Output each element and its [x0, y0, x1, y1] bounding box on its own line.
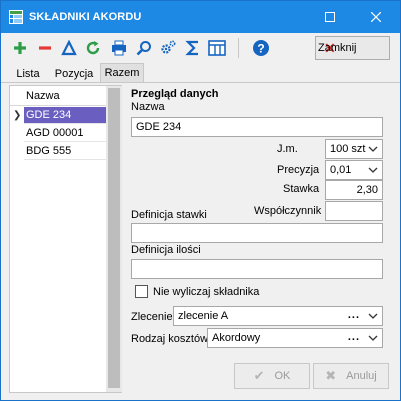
window-title: SKŁADNIKI AKORDU: [29, 11, 142, 23]
tab-label: Pozycja: [54, 68, 94, 80]
zlecenie-browse-button[interactable]: ...: [348, 309, 360, 321]
list-scrollbar-thumb[interactable]: [108, 88, 120, 388]
nie-wyliczaj-label: Nie wyliczaj składnika: [153, 286, 260, 298]
nie-wyliczaj-checkbox[interactable]: [135, 285, 148, 298]
precyzja-label: Precyzja: [277, 164, 320, 176]
search-icon[interactable]: [134, 38, 154, 58]
definicja-ilosci-label: Definicja ilości: [131, 244, 201, 256]
list-item-label: BDG 555: [26, 145, 72, 157]
list-item[interactable]: GDE 234: [24, 107, 106, 124]
tab-lista[interactable]: Lista: [9, 65, 47, 83]
definicja-ilosci-field[interactable]: [131, 259, 383, 279]
list-scrollbar[interactable]: [106, 86, 122, 392]
chevron-down-icon: [368, 146, 378, 152]
tab-bar: Lista Pozycja Razem: [1, 63, 400, 83]
tab-pozycja[interactable]: Pozycja: [49, 65, 99, 83]
wspolczynnik-label: Współczynnik: [254, 205, 322, 217]
rodzaj-select[interactable]: Akordowy ...: [207, 328, 383, 348]
close-button-label: Zamknij: [318, 42, 357, 54]
row-indicator-icon: ❯: [13, 110, 22, 121]
rodzaj-value: Akordowy: [212, 332, 261, 344]
tab-label: Lista: [16, 68, 40, 80]
list-header-label: Nazwa: [26, 90, 60, 102]
delta-icon[interactable]: [59, 38, 79, 58]
settings-icon[interactable]: [158, 38, 178, 58]
ok-button-label: OK: [274, 370, 291, 382]
wspolczynnik-field[interactable]: [325, 201, 383, 221]
cancel-button-label: Anuluj: [346, 370, 377, 382]
stawka-value: 2,30: [356, 184, 378, 196]
zlecenie-label: Zlecenie: [131, 311, 173, 323]
jm-select[interactable]: 100 szt: [325, 139, 383, 159]
list-header[interactable]: Nazwa: [10, 86, 106, 106]
print-icon[interactable]: [109, 38, 129, 58]
remove-icon[interactable]: [35, 38, 55, 58]
chevron-down-icon: [368, 313, 378, 319]
maximize-icon: [325, 12, 335, 22]
tab-label: Razem: [104, 67, 140, 79]
chevron-down-icon: [368, 167, 378, 173]
check-icon: ✔: [253, 368, 265, 383]
close-button[interactable]: ✕ Zamknij: [315, 36, 390, 60]
toolbar: ? ✕ Zamknij: [1, 33, 400, 63]
refresh-icon[interactable]: [83, 38, 103, 58]
columns-icon[interactable]: [207, 38, 227, 58]
svg-text:?: ?: [257, 42, 264, 56]
add-icon[interactable]: [10, 38, 30, 58]
title-bar: SKŁADNIKI AKORDU: [1, 1, 400, 33]
zlecenie-select[interactable]: zlecenie A ...: [173, 306, 383, 326]
dialog-window: SKŁADNIKI AKORDU ? ✕ Zamknij Lista Pozyc…: [0, 0, 401, 401]
nazwa-label: Nazwa: [131, 101, 165, 113]
list-item[interactable]: AGD 00001: [24, 125, 106, 142]
rodzaj-label: Rodzaj kosztów: [131, 333, 209, 345]
app-icon: [9, 10, 23, 24]
close-icon: [371, 12, 381, 22]
list-panel: Nazwa ❯ GDE 234 AGD 00001 BDG 555: [9, 85, 122, 393]
definicja-stawki-field[interactable]: [131, 223, 383, 243]
list-item[interactable]: BDG 555: [24, 143, 106, 160]
cancel-button[interactable]: ✖ Anuluj: [313, 363, 389, 389]
sum-icon[interactable]: [183, 38, 203, 58]
maximize-button[interactable]: [307, 1, 353, 33]
stawka-field[interactable]: 2,30: [325, 180, 383, 200]
chevron-down-icon: [368, 335, 378, 341]
help-icon[interactable]: ?: [251, 38, 271, 58]
definicja-stawki-label: Definicja stawki: [131, 209, 207, 221]
rodzaj-browse-button[interactable]: ...: [348, 331, 360, 343]
nazwa-field[interactable]: GDE 234: [131, 117, 383, 137]
section-title: Przegląd danych: [131, 88, 219, 100]
nazwa-value: GDE 234: [136, 121, 182, 133]
jm-value: 100 szt: [330, 143, 366, 155]
precyzja-select[interactable]: 0,01: [325, 160, 383, 180]
window-close-button[interactable]: [353, 1, 399, 33]
tab-razem[interactable]: Razem: [100, 63, 144, 83]
cancel-x-icon: ✖: [325, 368, 337, 383]
list-item-label: GDE 234: [26, 109, 72, 121]
jm-label: J.m.: [277, 143, 298, 155]
tab-divider: [1, 82, 400, 83]
toolbar-separator: [238, 38, 239, 58]
detail-panel: Przegląd danych Nazwa GDE 234 J.m. 100 s…: [127, 85, 393, 361]
list-item-label: AGD 00001: [26, 127, 84, 139]
precyzja-value: 0,01: [330, 164, 352, 176]
stawka-label: Stawka: [283, 183, 320, 195]
zlecenie-value: zlecenie A: [178, 310, 229, 322]
ok-button[interactable]: ✔ OK: [234, 363, 310, 389]
